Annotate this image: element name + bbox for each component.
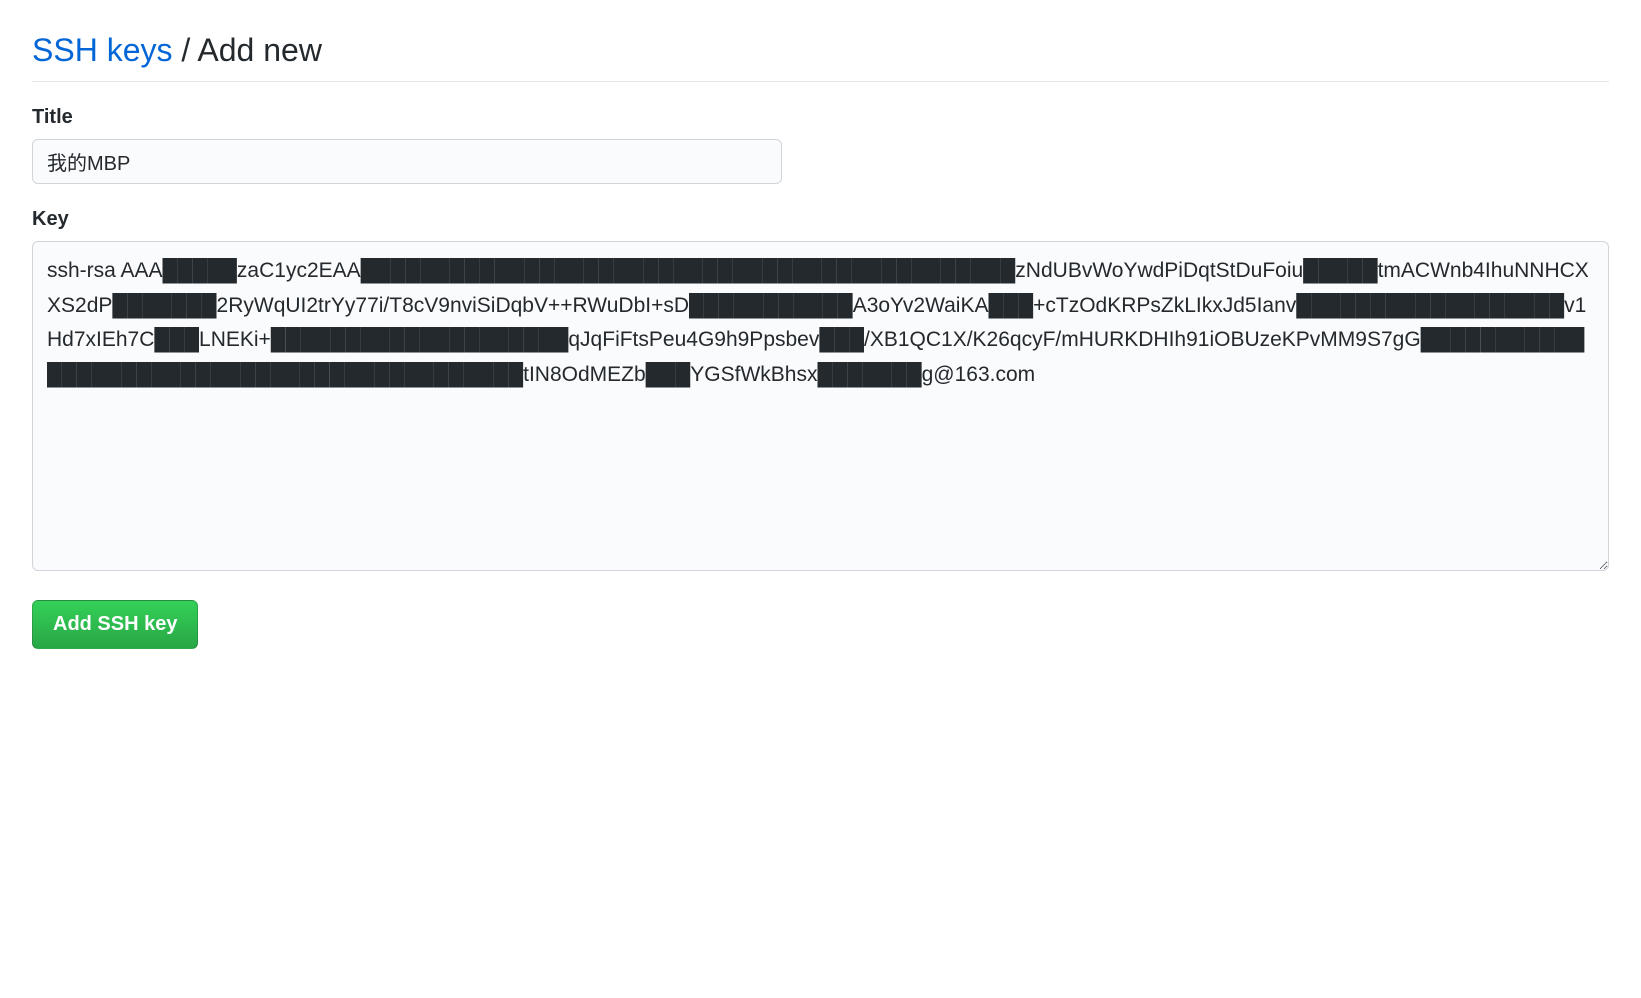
title-form-group: Title (32, 106, 1609, 184)
page-header: SSH keys / Add new (32, 32, 1609, 82)
ssh-keys-link[interactable]: SSH keys (32, 32, 172, 68)
breadcrumb-separator: / (172, 32, 197, 68)
title-input[interactable] (32, 139, 782, 184)
title-label: Title (32, 106, 1609, 129)
add-ssh-key-button[interactable]: Add SSH key (32, 600, 198, 649)
key-textarea[interactable]: ssh-rsa AAA█████zaC1yc2EAA██████████████… (32, 241, 1609, 571)
page-title: Add new (197, 32, 322, 68)
key-label: Key (32, 208, 1609, 231)
key-form-group: Key ssh-rsa AAA█████zaC1yc2EAA██████████… (32, 208, 1609, 576)
